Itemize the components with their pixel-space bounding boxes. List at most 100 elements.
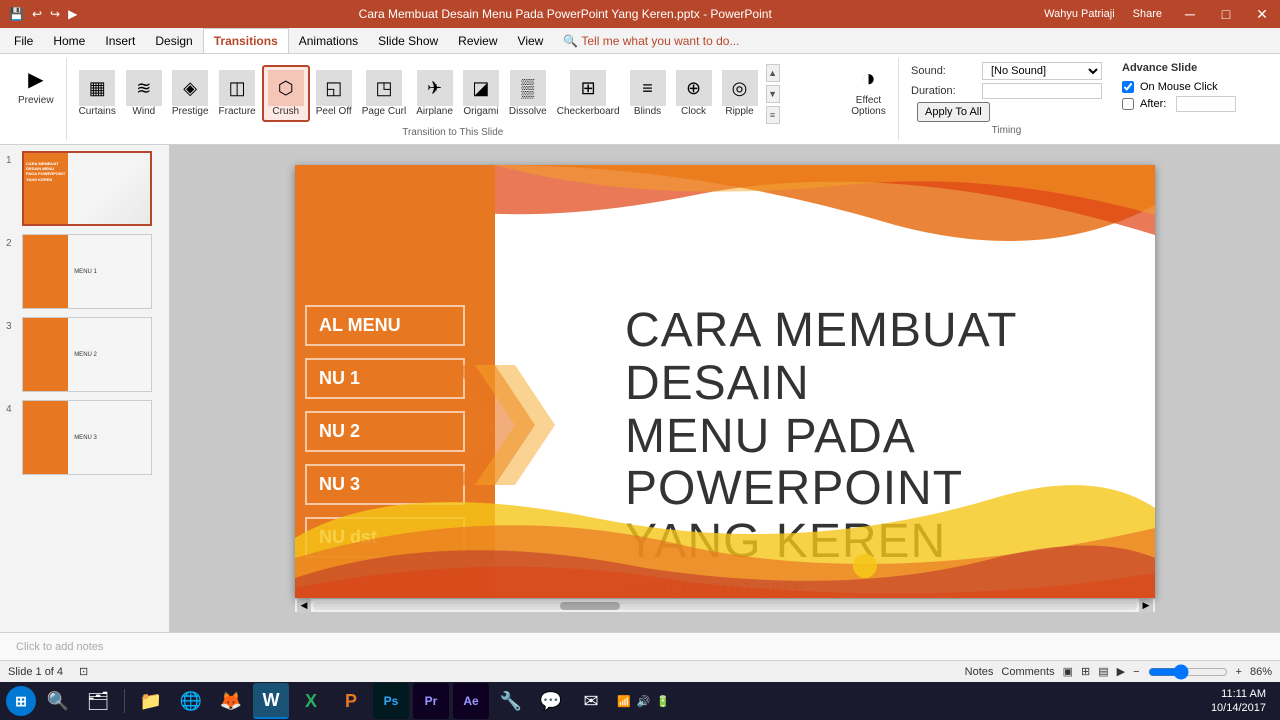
menu-button-1[interactable]: AL MENU bbox=[305, 305, 465, 346]
transition-airplane[interactable]: ✈ Airplane bbox=[412, 67, 457, 120]
view-reading-icon[interactable]: ▤ bbox=[1098, 665, 1108, 678]
wind-label: Wind bbox=[132, 106, 155, 117]
zoom-out-icon[interactable]: − bbox=[1133, 666, 1139, 678]
slide-canvas[interactable]: AL MENU NU 1 NU 2 NU 3 NU dst CARA MEMBU… bbox=[295, 165, 1155, 598]
transition-origami[interactable]: ◪ Origami bbox=[459, 67, 503, 120]
fit-to-window-icon[interactable]: ⊡ bbox=[79, 665, 88, 678]
scroll-left-button[interactable]: ◀ bbox=[297, 599, 311, 613]
taskbar-file-explorer[interactable]: 📁 bbox=[133, 683, 169, 719]
save-icon[interactable]: 💾 bbox=[6, 7, 27, 21]
taskbar-task-view[interactable]: 🗂 bbox=[80, 683, 116, 719]
effect-options-button[interactable]: ◑ EffectOptions bbox=[847, 60, 889, 120]
transition-clock[interactable]: ⊕ Clock bbox=[672, 67, 716, 120]
minimize-button[interactable]: ─ bbox=[1172, 0, 1208, 28]
scroll-down-button[interactable]: ▼ bbox=[766, 85, 780, 103]
taskbar-tool[interactable]: 🔧 bbox=[493, 683, 529, 719]
user-name[interactable]: Wahyu Patriaji bbox=[1044, 8, 1123, 20]
taskbar-search[interactable]: 🔍 bbox=[40, 683, 76, 719]
taskbar-excel[interactable]: X bbox=[293, 683, 329, 719]
curtains-label: Curtains bbox=[79, 106, 116, 117]
taskbar-powerpoint[interactable]: P bbox=[333, 683, 369, 719]
origami-label: Origami bbox=[463, 106, 498, 117]
tray-battery-icon[interactable]: 🔋 bbox=[656, 695, 670, 708]
ribbon-tabs: File Home Insert Design Transitions Anim… bbox=[0, 28, 1280, 54]
tab-slideshow[interactable]: Slide Show bbox=[368, 28, 448, 53]
after-input[interactable]: 00:00.00 bbox=[1176, 96, 1236, 112]
tray-network-icon[interactable]: 📶 bbox=[617, 695, 631, 708]
slide-thumb-2[interactable]: 2 MENU 1 bbox=[4, 232, 165, 311]
taskbar-photoshop[interactable]: Ps bbox=[373, 683, 409, 719]
apply-all-button[interactable]: Apply To All bbox=[917, 102, 990, 122]
duration-input[interactable] bbox=[982, 83, 1102, 99]
preview-button[interactable]: ▶ Preview bbox=[14, 60, 58, 109]
tab-insert[interactable]: Insert bbox=[95, 28, 145, 53]
taskbar-mail[interactable]: ✉ bbox=[573, 683, 609, 719]
window-controls: ─ □ ✕ bbox=[1172, 0, 1280, 28]
view-slideshow-icon[interactable]: ▶ bbox=[1117, 665, 1125, 678]
transition-page-curl[interactable]: ◳ Page Curl bbox=[358, 67, 410, 120]
transition-blinds[interactable]: ≡ Blinds bbox=[626, 67, 670, 120]
start-button[interactable]: ⊞ bbox=[6, 686, 36, 716]
transition-curtains[interactable]: ▦ Curtains bbox=[75, 67, 120, 120]
taskbar-clock[interactable]: 11:11 AM 10/14/2017 bbox=[1203, 687, 1274, 716]
on-mouse-click-checkbox[interactable] bbox=[1122, 81, 1134, 93]
transition-ripple[interactable]: ◎ Ripple bbox=[718, 67, 762, 120]
tray-volume-icon[interactable]: 🔊 bbox=[637, 695, 651, 708]
transition-peel-off[interactable]: ◱ Peel Off bbox=[312, 67, 356, 120]
transition-fracture[interactable]: ◫ Fracture bbox=[215, 67, 260, 120]
sound-dropdown[interactable]: [No Sound] bbox=[982, 62, 1102, 80]
taskbar-word[interactable]: W bbox=[253, 683, 289, 719]
slide-thumb-1[interactable]: 1 CARA MEMBUATDESAIN MENUPADA POWERPOINT… bbox=[4, 149, 165, 228]
origami-icon: ◪ bbox=[463, 70, 499, 106]
slide-number-1: 1 bbox=[6, 155, 18, 166]
transitions-list: ▦ Curtains ≋ Wind ◈ Prestige ◫ Fracture bbox=[75, 60, 831, 127]
slide-panel[interactable]: 1 CARA MEMBUATDESAIN MENUPADA POWERPOINT… bbox=[0, 145, 170, 632]
tab-home[interactable]: Home bbox=[43, 28, 95, 53]
transition-prestige[interactable]: ◈ Prestige bbox=[168, 67, 213, 120]
zoom-in-icon[interactable]: + bbox=[1236, 666, 1242, 678]
transition-to-slide-label: Transition to This Slide bbox=[75, 127, 831, 138]
horizontal-scrollbar[interactable]: ◀ ▶ bbox=[295, 598, 1155, 612]
tab-file[interactable]: File bbox=[4, 28, 43, 53]
notes-placeholder[interactable]: Click to add notes bbox=[16, 641, 103, 653]
taskbar-edge[interactable]: 🌐 bbox=[173, 683, 209, 719]
share-button[interactable]: Share bbox=[1123, 8, 1172, 20]
tab-transitions[interactable]: Transitions bbox=[203, 28, 289, 53]
transition-crush[interactable]: ⬡ Crush bbox=[262, 65, 310, 122]
tab-animations[interactable]: Animations bbox=[289, 28, 368, 53]
menu-button-2[interactable]: NU 1 bbox=[305, 358, 465, 399]
scroll-thumb[interactable] bbox=[560, 602, 620, 610]
transition-checkerboard[interactable]: ⊞ Checkerboard bbox=[553, 67, 624, 120]
after-checkbox[interactable] bbox=[1122, 98, 1134, 110]
play-icon[interactable]: ▶ bbox=[65, 7, 80, 21]
scroll-right-button[interactable]: ▶ bbox=[1139, 599, 1153, 613]
comments-button[interactable]: Comments bbox=[1001, 666, 1054, 678]
zoom-slider[interactable] bbox=[1148, 664, 1228, 680]
view-slide-sorter-icon[interactable]: ⊞ bbox=[1081, 665, 1090, 678]
taskbar-after-effects[interactable]: Ae bbox=[453, 683, 489, 719]
close-button[interactable]: ✕ bbox=[1244, 0, 1280, 28]
transition-wind[interactable]: ≋ Wind bbox=[122, 67, 166, 120]
undo-icon[interactable]: ↩ bbox=[29, 7, 45, 21]
tab-review[interactable]: Review bbox=[448, 28, 507, 53]
slide-thumb-4[interactable]: 4 MENU 3 bbox=[4, 398, 165, 477]
notes-button[interactable]: Notes bbox=[965, 666, 994, 678]
tab-view[interactable]: View bbox=[508, 28, 554, 53]
view-normal-icon[interactable]: ▣ bbox=[1063, 665, 1073, 678]
taskbar-chat[interactable]: 💬 bbox=[533, 683, 569, 719]
maximize-button[interactable]: □ bbox=[1208, 0, 1244, 28]
scroll-more-button[interactable]: ≡ bbox=[766, 106, 780, 124]
redo-icon[interactable]: ↪ bbox=[47, 7, 63, 21]
tab-search[interactable]: 🔍 Tell me what you want to do... bbox=[553, 28, 749, 53]
tab-design[interactable]: Design bbox=[145, 28, 202, 53]
taskbar-firefox[interactable]: 🦊 bbox=[213, 683, 249, 719]
taskbar-premiere[interactable]: Pr bbox=[413, 683, 449, 719]
transition-dissolve[interactable]: ▒ Dissolve bbox=[505, 67, 551, 120]
slide-thumb-3[interactable]: 3 MENU 2 bbox=[4, 315, 165, 394]
ripple-label: Ripple bbox=[725, 106, 753, 117]
thumb2-menu-label: MENU 1 bbox=[74, 269, 97, 275]
notes-bar[interactable]: Click to add notes bbox=[0, 632, 1280, 660]
duration-label: Duration: bbox=[911, 85, 976, 97]
preview-label: Preview bbox=[18, 95, 54, 106]
scroll-up-button[interactable]: ▲ bbox=[766, 64, 780, 82]
